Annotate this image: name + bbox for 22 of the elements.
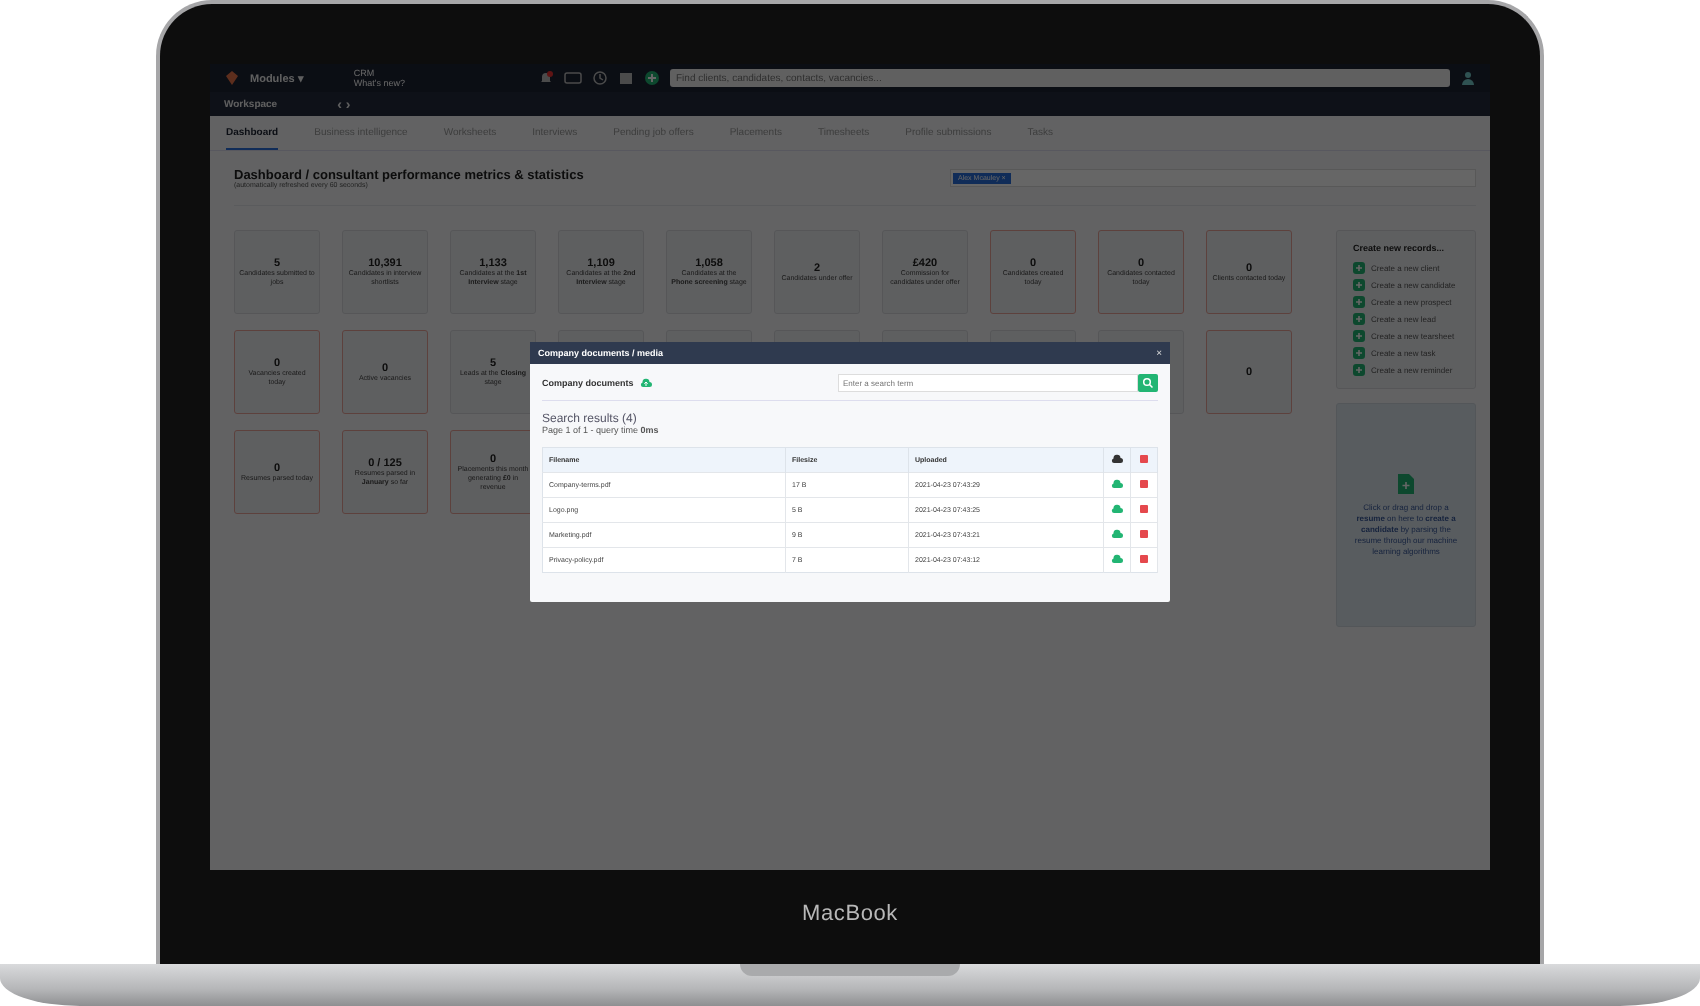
download-icon[interactable]: [1111, 504, 1123, 514]
plus-icon: [1353, 364, 1365, 376]
upload-icon[interactable]: [639, 378, 652, 388]
add-icon[interactable]: [644, 70, 660, 86]
logo-icon: [224, 70, 240, 86]
plus-icon: [1353, 347, 1365, 359]
history-icon[interactable]: [592, 70, 608, 86]
plus-icon: [1353, 313, 1365, 325]
search-icon: [1142, 377, 1154, 389]
plus-icon: [1353, 330, 1365, 342]
cloud-icon: [1111, 454, 1123, 464]
user-icon[interactable]: [1460, 70, 1476, 86]
laptop-brand: MacBook: [802, 902, 898, 926]
download-icon[interactable]: [1111, 529, 1123, 539]
download-icon[interactable]: [1111, 479, 1123, 489]
plus-icon: [1353, 296, 1365, 308]
search-button[interactable]: [1138, 374, 1158, 392]
document-icon: [1398, 473, 1414, 494]
plus-icon: [1353, 262, 1365, 274]
download-icon[interactable]: [1111, 554, 1123, 564]
bell-icon[interactable]: [538, 70, 554, 86]
plus-icon: [1353, 279, 1365, 291]
